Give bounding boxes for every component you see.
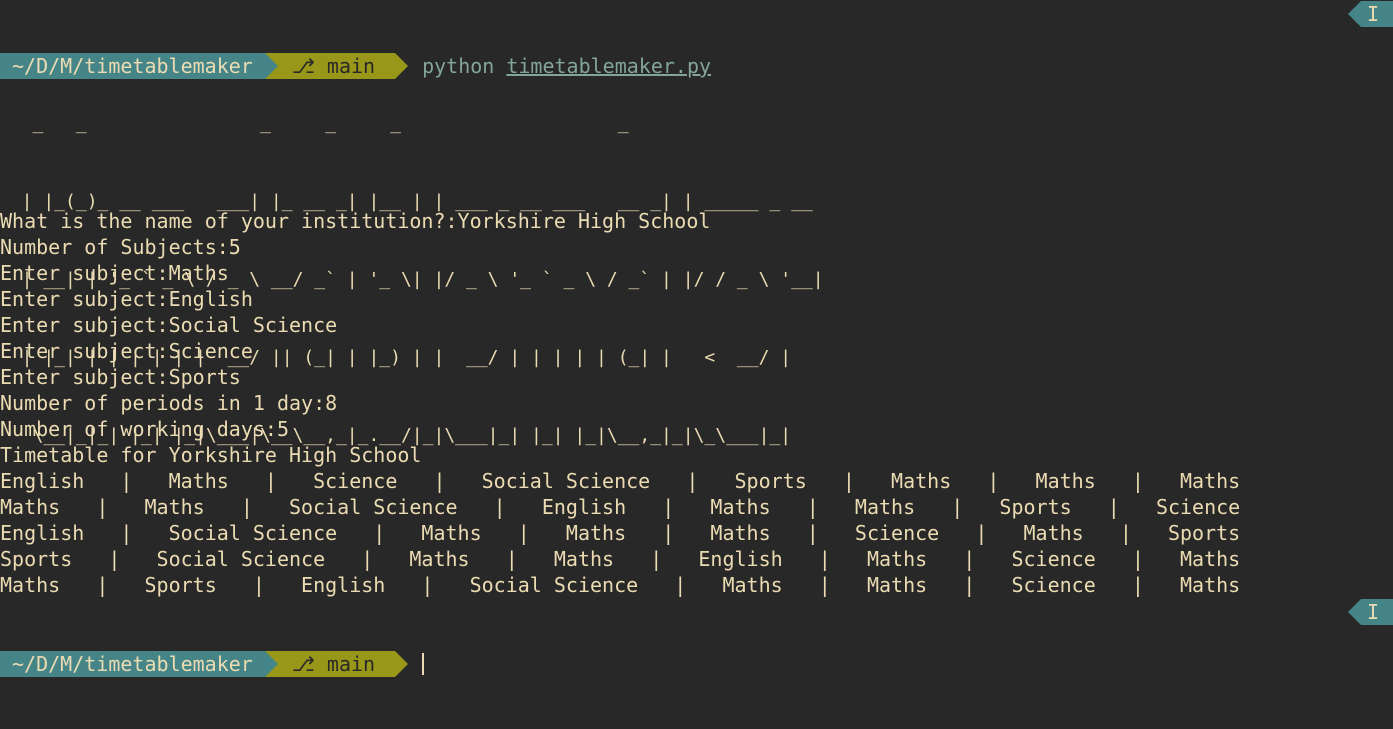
timetable-title: Timetable for Yorkshire High School xyxy=(0,443,422,467)
output-line: Number of periods in 1 day:8 xyxy=(0,391,338,415)
vi-mode-indicator: I xyxy=(1347,1,1393,27)
prompt-line-bottom: ~/D/M/timetablemaker ⎇ main I xyxy=(0,599,1393,677)
vi-mode-label: I xyxy=(1360,1,1393,27)
output-line: Enter subject:English xyxy=(0,287,253,311)
timetable-row: Maths | Sports | English | Social Scienc… xyxy=(0,573,1241,597)
banner-line: _ _ _ _ _ _ xyxy=(0,113,629,134)
output-line: Enter subject:Social Science xyxy=(0,313,338,337)
git-branch: main xyxy=(326,652,376,676)
git-segment: ⎇ main xyxy=(277,651,396,677)
git-branch-icon: ⎇ xyxy=(291,652,315,676)
timetable-row: English | Maths | Science | Social Scien… xyxy=(0,469,1241,493)
prompt-path: ~/D/M/timetablemaker xyxy=(0,651,265,677)
powerline-separator xyxy=(395,651,409,677)
powerline-separator xyxy=(264,651,278,677)
vi-mode-label: I xyxy=(1360,599,1393,625)
vi-mode-indicator: I xyxy=(1347,599,1393,625)
output-line: Number of Subjects:5 xyxy=(0,235,241,259)
timetable-row: English | Social Science | Maths | Maths… xyxy=(0,521,1241,545)
text-cursor[interactable] xyxy=(422,653,425,675)
prompt-line-top: ~/D/M/timetablemaker ⎇ main python timet… xyxy=(0,1,1393,79)
timetable-row: Sports | Social Science | Maths | Maths … xyxy=(0,547,1241,571)
output-line: Enter subject:Science xyxy=(0,339,253,363)
output-line: Enter subject:Maths xyxy=(0,261,229,285)
output-line: Enter subject:Sports xyxy=(0,365,241,389)
output-line: Number of working days:5 xyxy=(0,417,289,441)
output-line: What is the name of your institution?:Yo… xyxy=(0,209,711,233)
timetable-row: Maths | Maths | Social Science | English… xyxy=(0,495,1241,519)
